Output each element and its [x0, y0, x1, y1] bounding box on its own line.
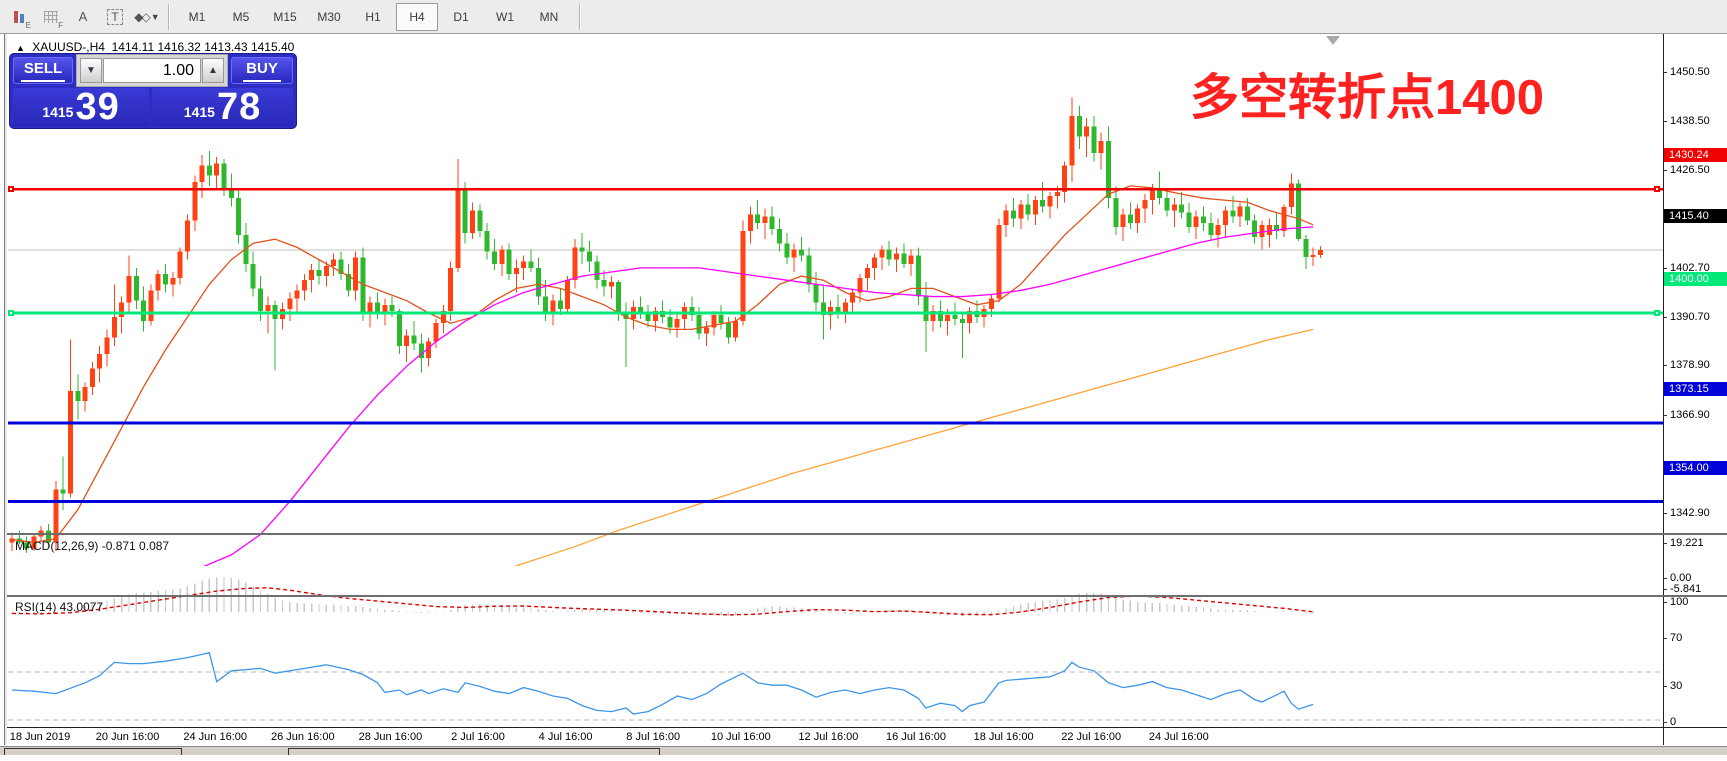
price-tick-label: 1378.90 — [1670, 359, 1710, 371]
price-tick-mark — [1663, 268, 1667, 269]
price-tick-label: 1438.50 — [1670, 115, 1710, 127]
date-label: 2 Jul 16:00 — [451, 731, 505, 743]
rsi-axis-label-tick — [1663, 722, 1667, 723]
date-label: 4 Jul 16:00 — [539, 731, 593, 743]
rsi-axis-label-tick — [1663, 602, 1667, 603]
macd-axis-label-tick — [1663, 543, 1667, 544]
price-badge: 1400.00 — [1664, 272, 1727, 286]
ask-price-small: 1415 — [184, 104, 215, 120]
timeframe-bar: M1M5M15M30H1H4D1W1MN — [175, 3, 571, 31]
macd-pane-separator[interactable] — [7, 533, 1727, 535]
date-label: 26 Jun 16:00 — [271, 731, 335, 743]
price-tick-label: 1390.70 — [1670, 311, 1710, 323]
grid-icon[interactable]: F — [38, 5, 64, 29]
macd-axis-label-tick — [1663, 589, 1667, 590]
timeframe-m1[interactable]: M1 — [176, 3, 218, 31]
timeframe-mn[interactable]: MN — [528, 3, 570, 31]
date-label: 18 Jun 2019 — [10, 731, 71, 743]
bid-price-big: 39 — [75, 90, 119, 124]
bid-price-small: 1415 — [42, 104, 73, 120]
low-value: 1413.43 — [204, 40, 247, 54]
open-value: 1414.11 — [112, 40, 155, 54]
volume-increase-button[interactable]: ▲ — [202, 58, 224, 83]
price-badge: 1354.00 — [1664, 461, 1727, 475]
timeframe-h4[interactable]: H4 — [396, 3, 438, 31]
symbol-label: XAUUSD-,H4 — [32, 40, 105, 54]
bid-quote[interactable]: 1415 39 — [13, 88, 149, 126]
rsi-axis-label-tick — [1663, 638, 1667, 639]
date-label: 22 Jul 16:00 — [1061, 731, 1121, 743]
time-axis-separator — [7, 727, 1727, 728]
rsi-axis-label: 70 — [1670, 632, 1682, 644]
close-value: 1415.40 — [251, 40, 294, 54]
sell-button[interactable]: SELL — [13, 57, 73, 84]
price-tick-mark — [1663, 317, 1667, 318]
macd-indicator-label: MACD(12,26,9) -0.871 0.087 — [15, 539, 169, 553]
new-chart-icon[interactable]: E — [6, 5, 32, 29]
price-tick-label: 1366.90 — [1670, 409, 1710, 421]
cursor-a-icon[interactable]: A — [70, 5, 96, 29]
chart-shift-marker-icon[interactable] — [1326, 36, 1340, 45]
date-label: 12 Jul 16:00 — [798, 731, 858, 743]
date-label: 20 Jun 16:00 — [96, 731, 160, 743]
price-tick-mark — [1663, 72, 1667, 73]
price-tick-mark — [1663, 415, 1667, 416]
date-label: 24 Jun 16:00 — [183, 731, 247, 743]
price-tick-label: 1426.50 — [1670, 164, 1710, 176]
rsi-axis-label-tick — [1663, 686, 1667, 687]
toolbar-separator — [168, 4, 170, 30]
price-tick-mark — [1663, 170, 1667, 171]
timeframe-w1[interactable]: W1 — [484, 3, 526, 31]
top-toolbar: E F A T ◆◇▼ M1M5M15M30H1H4D1W1MN — [0, 0, 1727, 34]
date-label: 24 Jul 16:00 — [1149, 731, 1209, 743]
price-badge: 1373.15 — [1664, 382, 1727, 396]
price-tick-mark — [1663, 121, 1667, 122]
shapes-icon[interactable]: ◆◇▼ — [134, 5, 160, 29]
date-label: 8 Jul 16:00 — [626, 731, 680, 743]
volume-decrease-button[interactable]: ▼ — [80, 58, 102, 83]
text-box-icon[interactable]: T — [102, 5, 128, 29]
price-badge: 1430.24 — [1664, 148, 1727, 162]
price-badge: 1415.40 — [1664, 209, 1727, 223]
date-label: 10 Jul 16:00 — [711, 731, 771, 743]
ask-quote[interactable]: 1415 78 — [152, 88, 293, 126]
timeframe-m5[interactable]: M5 — [220, 3, 262, 31]
rsi-axis-label: 30 — [1670, 680, 1682, 692]
buy-button[interactable]: BUY — [231, 57, 293, 84]
window-frame-left-highlight — [5, 34, 7, 745]
volume-input[interactable] — [103, 58, 201, 83]
ask-price-big: 78 — [217, 90, 261, 124]
price-tick-label: 1342.90 — [1670, 507, 1710, 519]
price-tick-mark — [1663, 365, 1667, 366]
rsi-axis-label: 100 — [1670, 596, 1688, 608]
date-label: 18 Jul 16:00 — [974, 731, 1034, 743]
timeframe-m15[interactable]: M15 — [264, 3, 306, 31]
rsi-indicator-label: RSI(14) 43.0077 — [15, 600, 103, 614]
timeframe-h1[interactable]: H1 — [352, 3, 394, 31]
chart-annotation-text[interactable]: 多空转折点1400 — [1190, 58, 1544, 129]
date-label: 16 Jul 16:00 — [886, 731, 946, 743]
rsi-pane-separator[interactable] — [7, 595, 1727, 597]
price-tick-label: 1450.50 — [1670, 66, 1710, 78]
macd-axis-label-tick — [1663, 578, 1667, 579]
price-tick-mark — [1663, 513, 1667, 514]
toolbar-separator-2 — [579, 4, 581, 30]
chart-window — [0, 34, 1727, 754]
collapse-triangle-icon[interactable]: ▲ — [16, 43, 25, 53]
timeframe-d1[interactable]: D1 — [440, 3, 482, 31]
high-value: 1416.32 — [157, 40, 200, 54]
price-chart[interactable] — [8, 69, 1663, 566]
macd-axis-label: -5.841 — [1670, 583, 1701, 595]
one-click-trading-panel: SELL ▼ ▲ BUY 1415 39 1415 78 — [10, 54, 296, 128]
rsi-axis-label: 0 — [1670, 716, 1676, 728]
timeframe-m30[interactable]: M30 — [308, 3, 350, 31]
symbol-ohlc-header: ▲ XAUUSD-,H4 1414.11 1416.32 1413.43 141… — [16, 40, 294, 54]
date-label: 28 Jun 16:00 — [359, 731, 423, 743]
macd-pane[interactable] — [8, 570, 1663, 628]
macd-axis-label: 19.221 — [1670, 537, 1704, 549]
